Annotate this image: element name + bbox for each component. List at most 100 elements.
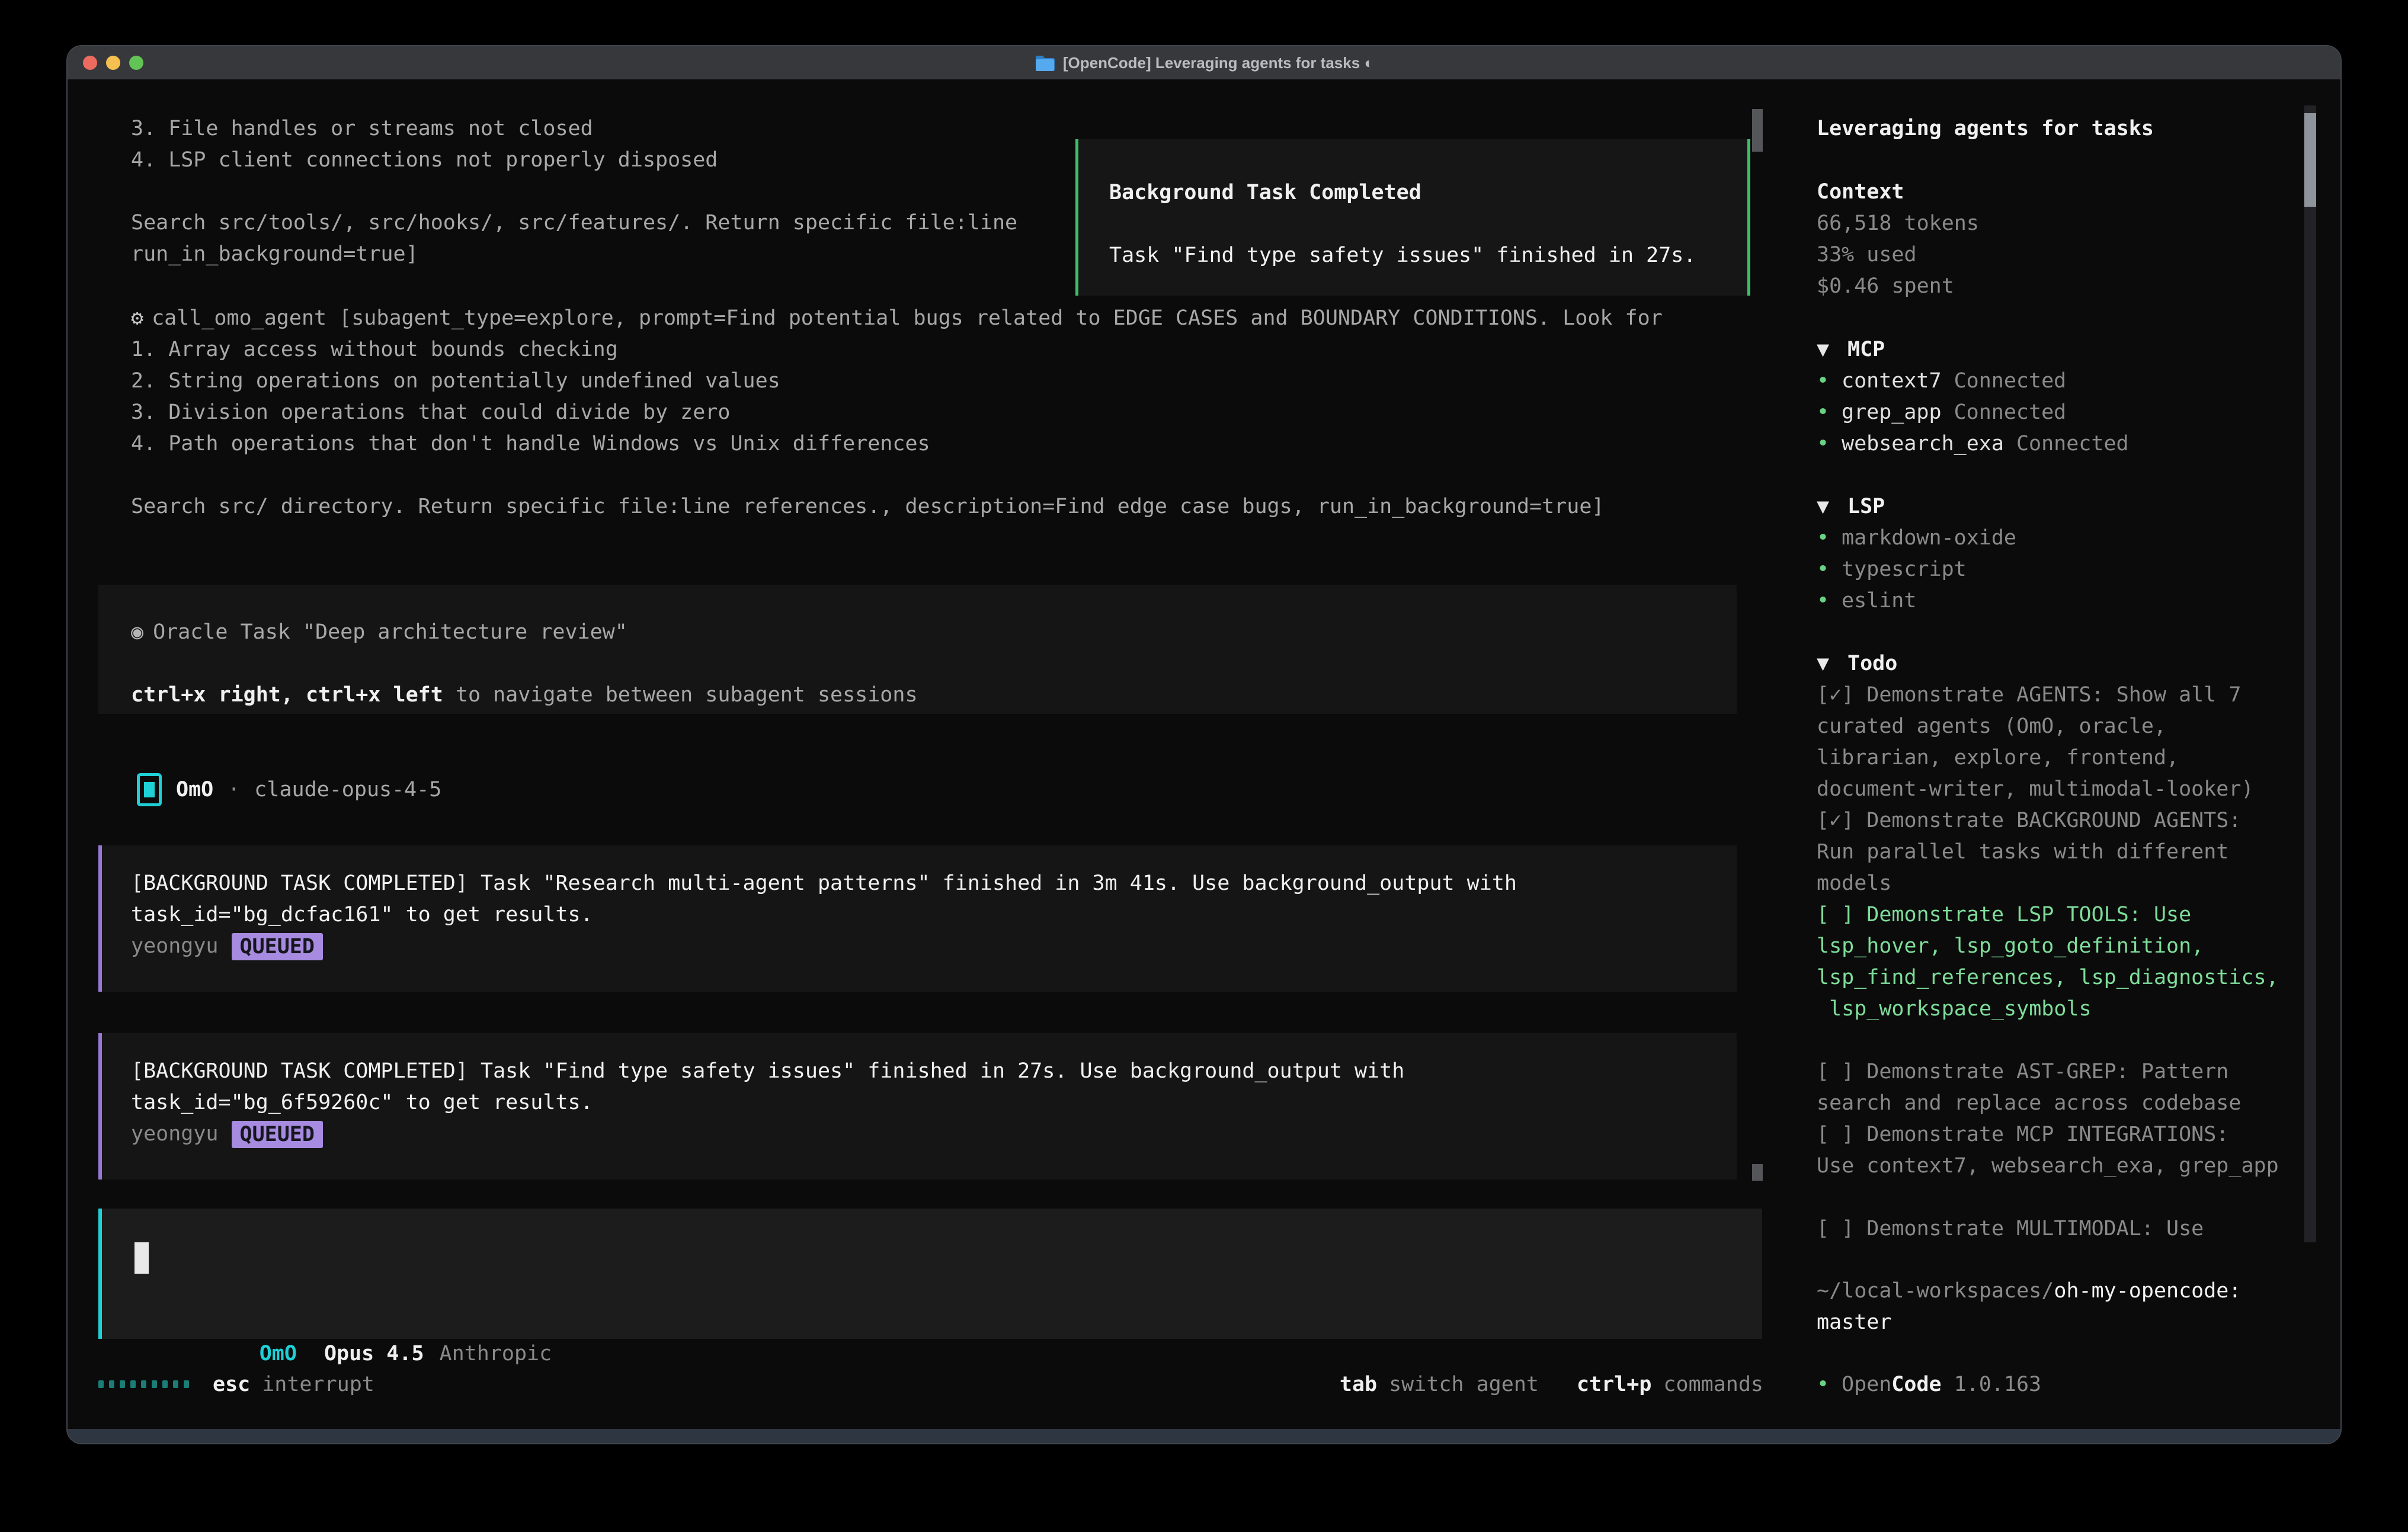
- todo-item-pending: [ ] Demonstrate MCP INTEGRATIONS: Use co…: [1817, 1119, 2308, 1182]
- notification-body: Task "Find type safety issues" finished …: [1109, 240, 1747, 271]
- output-line: 4. LSP client connections not properly d…: [131, 145, 1017, 176]
- shortcut-hint: to navigate between subagent sessions: [443, 683, 918, 707]
- separator-dot: ·: [228, 778, 240, 802]
- oracle-title-line: ◉ Oracle Task "Deep architecture review": [131, 617, 1737, 648]
- task-meta-line: yeongyu QUEUED: [131, 1118, 1737, 1150]
- status-dot-icon: •: [1817, 366, 1842, 397]
- folder-icon: [1035, 55, 1055, 71]
- mcp-status: Connected: [2016, 432, 2129, 456]
- sidebar-context-section: Context 66,518 tokens 33% used $0.46 spe…: [1817, 177, 2308, 302]
- workspace-path-line: ~/local-workspaces/oh-my-opencode:: [1817, 1275, 2308, 1307]
- sidebar-mcp-section: ▼MCP •context7Connected •grep_app Connect…: [1817, 334, 2308, 460]
- key-esc: esc: [213, 1373, 250, 1396]
- blank-line: [131, 648, 1737, 680]
- task-message-line: task_id="bg_6f59260c" to get results.: [131, 1087, 1737, 1118]
- context-heading: Context: [1817, 177, 2308, 208]
- lsp-item: •markdown-oxide: [1817, 523, 2308, 554]
- tool-call-line: ⚙ call_omo_agent [subagent_type=explore, …: [131, 303, 1663, 334]
- status-bar: esc interrupt tab switch agent ctrl+p co…: [98, 1368, 1763, 1400]
- status-badge: QUEUED: [232, 1121, 323, 1148]
- task-meta-line: yeongyu QUEUED: [131, 931, 1737, 962]
- output-line: Search src/tools/, src/hooks/, src/featu…: [131, 207, 1017, 239]
- lsp-heading[interactable]: ▼LSP: [1817, 491, 2308, 523]
- terminal-window: [OpenCode] Leveraging agents for tasks ◐…: [66, 45, 2342, 1444]
- terminal-content: 3. File handles or streams not closed 4.…: [68, 79, 2340, 1429]
- task-message-line: [BACKGROUND TASK COMPLETED] Task "Find t…: [131, 1056, 1737, 1087]
- context-spent: $0.46 spent: [1817, 271, 2308, 302]
- oracle-task-panel: ◉Oracle Task "Deep architecture review" …: [98, 585, 1737, 714]
- mcp-status: Connected: [1954, 400, 2067, 424]
- mcp-name: context7: [1842, 369, 1942, 393]
- collapse-triangle-icon[interactable]: ▼: [1817, 334, 1847, 366]
- desktop: [OpenCode] Leveraging agents for tasks ◐…: [0, 0, 2408, 1532]
- tool-call-item: 3. Division operations that could divide…: [131, 397, 1663, 428]
- todo-heading[interactable]: ▼Todo: [1817, 648, 2308, 680]
- status-dot-icon: •: [1817, 585, 1842, 617]
- input-agent-name[interactable]: OmO: [260, 1342, 297, 1366]
- agent-session-header: OmO · claude-opus-4-5: [137, 774, 441, 805]
- tool-call-search: Search src/ directory. Return specific f…: [131, 491, 1663, 523]
- context-tokens: 66,518 tokens: [1817, 208, 2308, 239]
- mcp-heading[interactable]: ▼MCP: [1817, 334, 2308, 366]
- mcp-name: websearch_exa: [1842, 432, 2004, 456]
- app-version: 1.0.163: [1954, 1373, 2042, 1396]
- background-task-notification: Background Task Completed Task "Find typ…: [1075, 139, 1750, 296]
- window-titlebar[interactable]: [OpenCode] Leveraging agents for tasks ◐: [68, 46, 2340, 81]
- key-tab-label: switch agent: [1389, 1373, 1539, 1396]
- input-model-row: OmOOpus 4.5Anthropic: [135, 1307, 552, 1338]
- context-used: 33% used: [1817, 239, 2308, 271]
- window-bottom-edge: [68, 1429, 2340, 1443]
- mcp-item: •grep_appConnected: [1817, 397, 2308, 428]
- status-dot-icon: •: [1817, 1369, 1842, 1400]
- background-task-message: [BACKGROUND TASK COMPLETED] Task "Resear…: [98, 845, 1737, 992]
- radio-icon: ◉: [131, 620, 143, 644]
- status-left: esc interrupt: [98, 1373, 374, 1396]
- tool-call-item: 2. String operations on potentially unde…: [131, 366, 1663, 397]
- activity-dots: [98, 1380, 189, 1388]
- status-dot-icon: •: [1817, 523, 1842, 554]
- key-ctrlp: ctrl+p: [1577, 1373, 1651, 1396]
- workspace-repo: oh-my-opencode:: [2054, 1279, 2241, 1303]
- sidebar-scrollbar[interactable]: [2304, 105, 2316, 1242]
- input-model-name[interactable]: Opus 4.5: [324, 1342, 424, 1366]
- agent-name: OmO: [176, 778, 213, 802]
- collapse-triangle-icon[interactable]: ▼: [1817, 648, 1847, 680]
- sidebar-workspace: ~/local-workspaces/oh-my-opencode: maste…: [1817, 1275, 2308, 1338]
- key-ctrlp-label: commands: [1663, 1373, 1763, 1396]
- task-message-line: [BACKGROUND TASK COMPLETED] Task "Resear…: [131, 868, 1737, 899]
- lsp-name: eslint: [1842, 589, 1916, 613]
- todo-item-done: [✓] Demonstrate BACKGROUND AGENTS: Run p…: [1817, 805, 2308, 899]
- key-tab: tab: [1340, 1373, 1377, 1396]
- blank-line: [131, 460, 1663, 491]
- prompt-input[interactable]: OmOOpus 4.5Anthropic: [98, 1209, 1762, 1339]
- lsp-item: •eslint: [1817, 585, 2308, 617]
- task-user: yeongyu: [131, 1122, 219, 1146]
- collapse-triangle-icon[interactable]: ▼: [1817, 491, 1847, 523]
- assistant-output-block: 3. File handles or streams not closed 4.…: [131, 113, 1017, 270]
- app-name-prefix: Open: [1842, 1373, 1891, 1396]
- tool-call-text: call_omo_agent [subagent_type=explore, p…: [152, 306, 1663, 330]
- shortcut-keys: ctrl+x right, ctrl+x left: [131, 683, 443, 707]
- window-title-area: [OpenCode] Leveraging agents for tasks ◐: [68, 46, 2340, 79]
- status-badge: QUEUED: [232, 933, 323, 960]
- output-line: run_in_background=true]: [131, 239, 1017, 270]
- content-scrollbar-thumb[interactable]: [1752, 1164, 1763, 1181]
- todo-item-pending: [ ] Demonstrate MULTIMODAL: Use: [1817, 1213, 2308, 1245]
- agent-model: claude-opus-4-5: [254, 778, 441, 802]
- blank-line: [1109, 209, 1747, 240]
- agent-checkbox-icon: [137, 773, 162, 806]
- todo-item-done: [✓] Demonstrate AGENTS: Show all 7 curat…: [1817, 680, 2308, 805]
- output-line: 3. File handles or streams not closed: [131, 113, 1017, 145]
- oracle-title: Oracle Task "Deep architecture review": [153, 620, 627, 644]
- gear-icon: ⚙: [131, 306, 143, 330]
- sidebar-scrollbar-thumb[interactable]: [2304, 113, 2316, 207]
- tool-call-item: 1. Array access without bounds checking: [131, 334, 1663, 366]
- status-right: tab switch agent ctrl+p commands: [1340, 1373, 1763, 1396]
- task-user: yeongyu: [131, 934, 219, 958]
- notification-title: Background Task Completed: [1109, 177, 1747, 209]
- todo-item-pending: [ ] Demonstrate AST-GREP: Pattern search…: [1817, 1056, 2308, 1119]
- content-scrollbar-thumb[interactable]: [1752, 109, 1763, 152]
- mcp-item: •context7Connected: [1817, 366, 2308, 397]
- lsp-name: typescript: [1842, 557, 1967, 581]
- mcp-name: grep_app: [1842, 400, 1942, 424]
